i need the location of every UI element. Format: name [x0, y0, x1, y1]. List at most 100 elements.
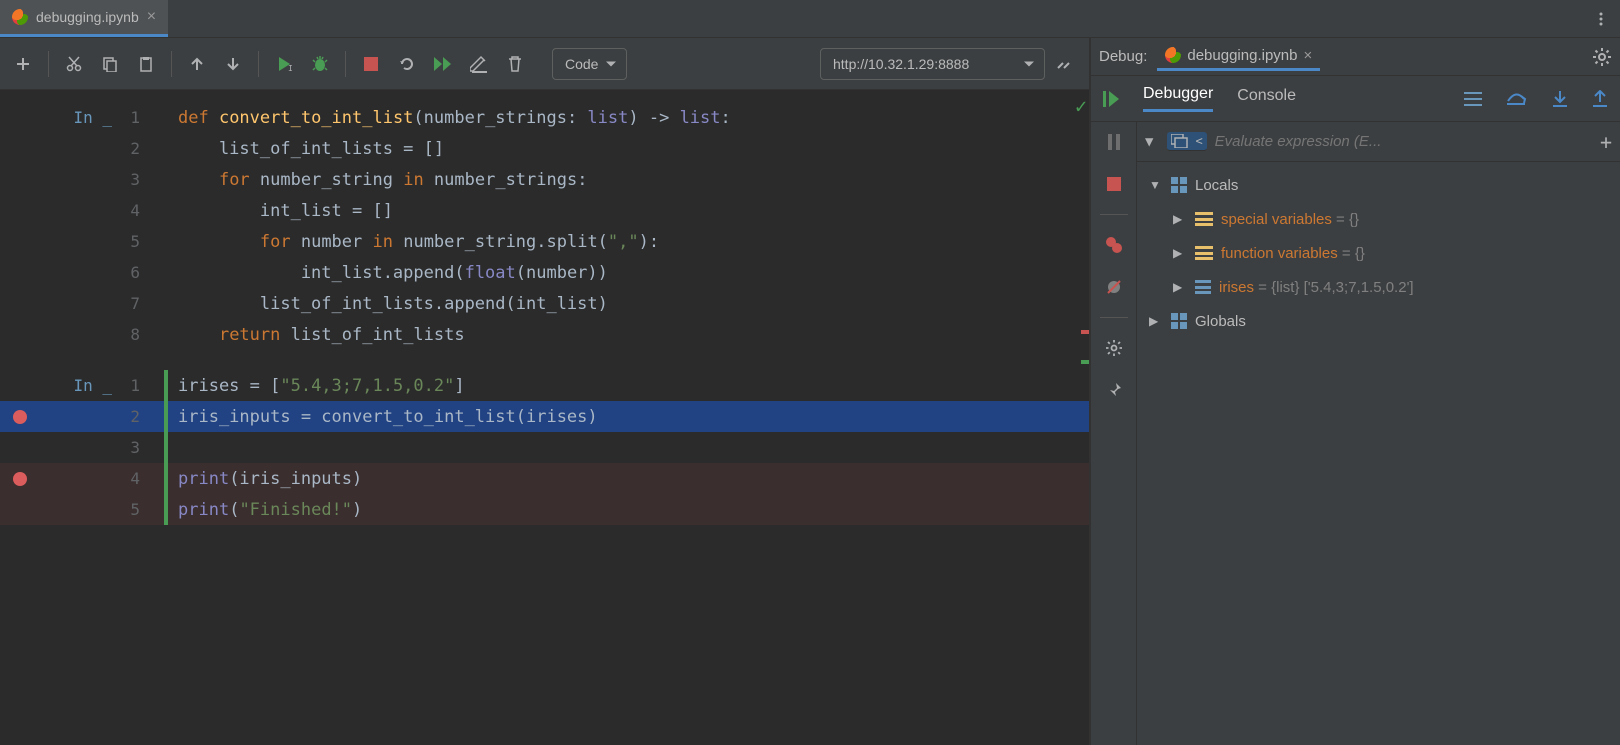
code-text[interactable]: int_list.append(float(number)) — [178, 263, 1089, 283]
code-cell[interactable]: In _1irises = ["5.4,3;7,1.5,0.2"] 2 iris_i… — [0, 370, 1089, 525]
code-line[interactable]: 5print("Finished!") — [0, 494, 1089, 525]
chevron-right-icon: ▶ — [1173, 212, 1187, 226]
server-url-dropdown[interactable]: http://10.32.1.29:8888 — [820, 48, 1045, 80]
code-line[interactable]: 3 — [0, 432, 1089, 463]
cell-run-bar[interactable] — [164, 401, 168, 432]
settings-icon[interactable] — [1102, 336, 1126, 360]
add-watch-icon[interactable]: + — [1600, 130, 1612, 154]
code-text[interactable]: list_of_int_lists = [] — [178, 139, 1089, 159]
code-cell[interactable]: In _1def convert_to_int_list(number_stri… — [0, 102, 1089, 350]
var-icon — [1195, 246, 1213, 260]
close-icon[interactable]: × — [1303, 47, 1312, 64]
resume-icon[interactable] — [1103, 90, 1119, 108]
more-icon[interactable] — [1586, 4, 1616, 34]
restart-button[interactable] — [392, 49, 422, 79]
pause-icon[interactable] — [1102, 130, 1126, 154]
mute-breakpoints-icon[interactable] — [1102, 275, 1126, 299]
debug-config-tab[interactable]: debugging.ipynb × — [1157, 43, 1320, 71]
cell-run-bar[interactable] — [164, 494, 168, 525]
code-line[interactable]: In _1def convert_to_int_list(number_stri… — [0, 102, 1089, 133]
tab-console[interactable]: Console — [1237, 87, 1296, 111]
clear-output-button[interactable] — [464, 49, 494, 79]
cell-run-bar[interactable] — [164, 288, 168, 319]
close-icon[interactable]: × — [147, 8, 156, 26]
view-breakpoints-icon[interactable] — [1102, 233, 1126, 257]
line-number: 4 — [120, 469, 150, 488]
add-cell-button[interactable] — [8, 49, 38, 79]
move-down-button[interactable] — [218, 49, 248, 79]
stop-icon[interactable] — [1102, 172, 1126, 196]
evaluate-expression-input[interactable] — [1215, 133, 1592, 150]
tree-locals[interactable]: ▼ Locals — [1141, 168, 1616, 202]
cell-run-bar[interactable] — [164, 226, 168, 257]
breakpoint-gutter[interactable] — [0, 410, 40, 424]
cell-run-bar[interactable] — [164, 370, 168, 401]
paste-button[interactable] — [131, 49, 161, 79]
code-line[interactable]: 4 int_list = [] — [0, 195, 1089, 226]
step-out-icon[interactable] — [1592, 90, 1608, 108]
move-up-button[interactable] — [182, 49, 212, 79]
code-line[interactable]: 2 list_of_int_lists = [] — [0, 133, 1089, 164]
cell-run-bar[interactable] — [164, 133, 168, 164]
code-text[interactable]: iris_inputs = convert_to_int_list(irises… — [178, 407, 1089, 427]
breakpoint-icon[interactable] — [13, 472, 27, 486]
step-over-icon[interactable] — [1506, 91, 1528, 107]
code-text[interactable]: int_list = [] — [178, 201, 1089, 221]
cell-type-dropdown[interactable]: Code — [552, 48, 627, 80]
code-text[interactable]: for number in number_string.split(","): — [178, 232, 1089, 252]
line-number: 2 — [120, 407, 150, 426]
tree-globals[interactable]: ▶ Globals — [1141, 304, 1616, 338]
code-text[interactable]: for number_string in number_strings: — [178, 170, 1089, 190]
code-text[interactable]: print(iris_inputs) — [178, 469, 1089, 489]
run-cell-button[interactable]: I — [269, 49, 299, 79]
gear-icon[interactable] — [1592, 47, 1612, 67]
code-line[interactable]: 8 return list_of_int_lists — [0, 319, 1089, 350]
run-all-button[interactable] — [428, 49, 458, 79]
var-value: = {} — [1338, 245, 1365, 262]
tree-special-vars[interactable]: ▶ special variables = {} — [1141, 202, 1616, 236]
code-line[interactable]: 3 for number_string in number_strings: — [0, 164, 1089, 195]
code-line[interactable]: 6 int_list.append(float(number)) — [0, 257, 1089, 288]
cell-run-bar[interactable] — [164, 164, 168, 195]
list-icon[interactable] — [1464, 92, 1482, 106]
cell-run-bar[interactable] — [164, 195, 168, 226]
breakpoint-icon[interactable] — [13, 410, 27, 424]
cell-run-bar[interactable] — [164, 463, 168, 494]
cell-run-bar[interactable] — [164, 102, 168, 133]
debug-sidebar — [1091, 122, 1137, 745]
debug-cell-button[interactable] — [305, 49, 335, 79]
overflow-icon[interactable] — [1051, 49, 1081, 79]
pin-icon[interactable] — [1102, 378, 1126, 402]
code-area[interactable]: ✓ In _1def convert_to_int_list(number_st… — [0, 90, 1089, 745]
cell-run-bar[interactable] — [164, 257, 168, 288]
code-line[interactable]: 4 print(iris_inputs) — [0, 463, 1089, 494]
cut-button[interactable] — [59, 49, 89, 79]
var-value: = {} — [1332, 211, 1359, 228]
code-text[interactable]: return list_of_int_lists — [178, 325, 1089, 345]
line-number: 2 — [120, 139, 150, 158]
frames-icon[interactable] — [1171, 134, 1189, 148]
code-line[interactable]: 7 list_of_int_lists.append(int_list) — [0, 288, 1089, 319]
editor-tab[interactable]: debugging.ipynb × — [0, 0, 168, 37]
code-line[interactable]: 2 iris_inputs = convert_to_int_list(irise… — [0, 401, 1089, 432]
delete-button[interactable] — [500, 49, 530, 79]
copy-button[interactable] — [95, 49, 125, 79]
breakpoint-gutter[interactable] — [0, 472, 40, 486]
ok-marker[interactable] — [1081, 360, 1089, 364]
code-line[interactable]: In _1irises = ["5.4,3;7,1.5,0.2"] — [0, 370, 1089, 401]
line-number: 1 — [120, 108, 150, 127]
variables-tree[interactable]: ▼ Locals ▶ special variables = {} ▶ func… — [1137, 162, 1620, 745]
code-text[interactable]: print("Finished!") — [178, 500, 1089, 520]
step-into-icon[interactable] — [1552, 90, 1568, 108]
code-text[interactable]: irises = ["5.4,3;7,1.5,0.2"] — [178, 376, 1089, 396]
code-text[interactable]: def convert_to_int_list(number_strings: … — [178, 108, 1089, 128]
stop-button[interactable] — [356, 49, 386, 79]
tree-irises[interactable]: ▶ irises = {list} ['5.4,3;7,1.5,0.2'] — [1141, 270, 1616, 304]
tab-debugger[interactable]: Debugger — [1143, 85, 1213, 112]
code-text[interactable]: list_of_int_lists.append(int_list) — [178, 294, 1089, 314]
code-line[interactable]: 5 for number in number_string.split(",")… — [0, 226, 1089, 257]
tree-function-vars[interactable]: ▶ function variables = {} — [1141, 236, 1616, 270]
cell-run-bar[interactable] — [164, 432, 168, 463]
cell-run-bar[interactable] — [164, 319, 168, 350]
chevron-down-icon[interactable]: ▼ — [1145, 134, 1153, 150]
